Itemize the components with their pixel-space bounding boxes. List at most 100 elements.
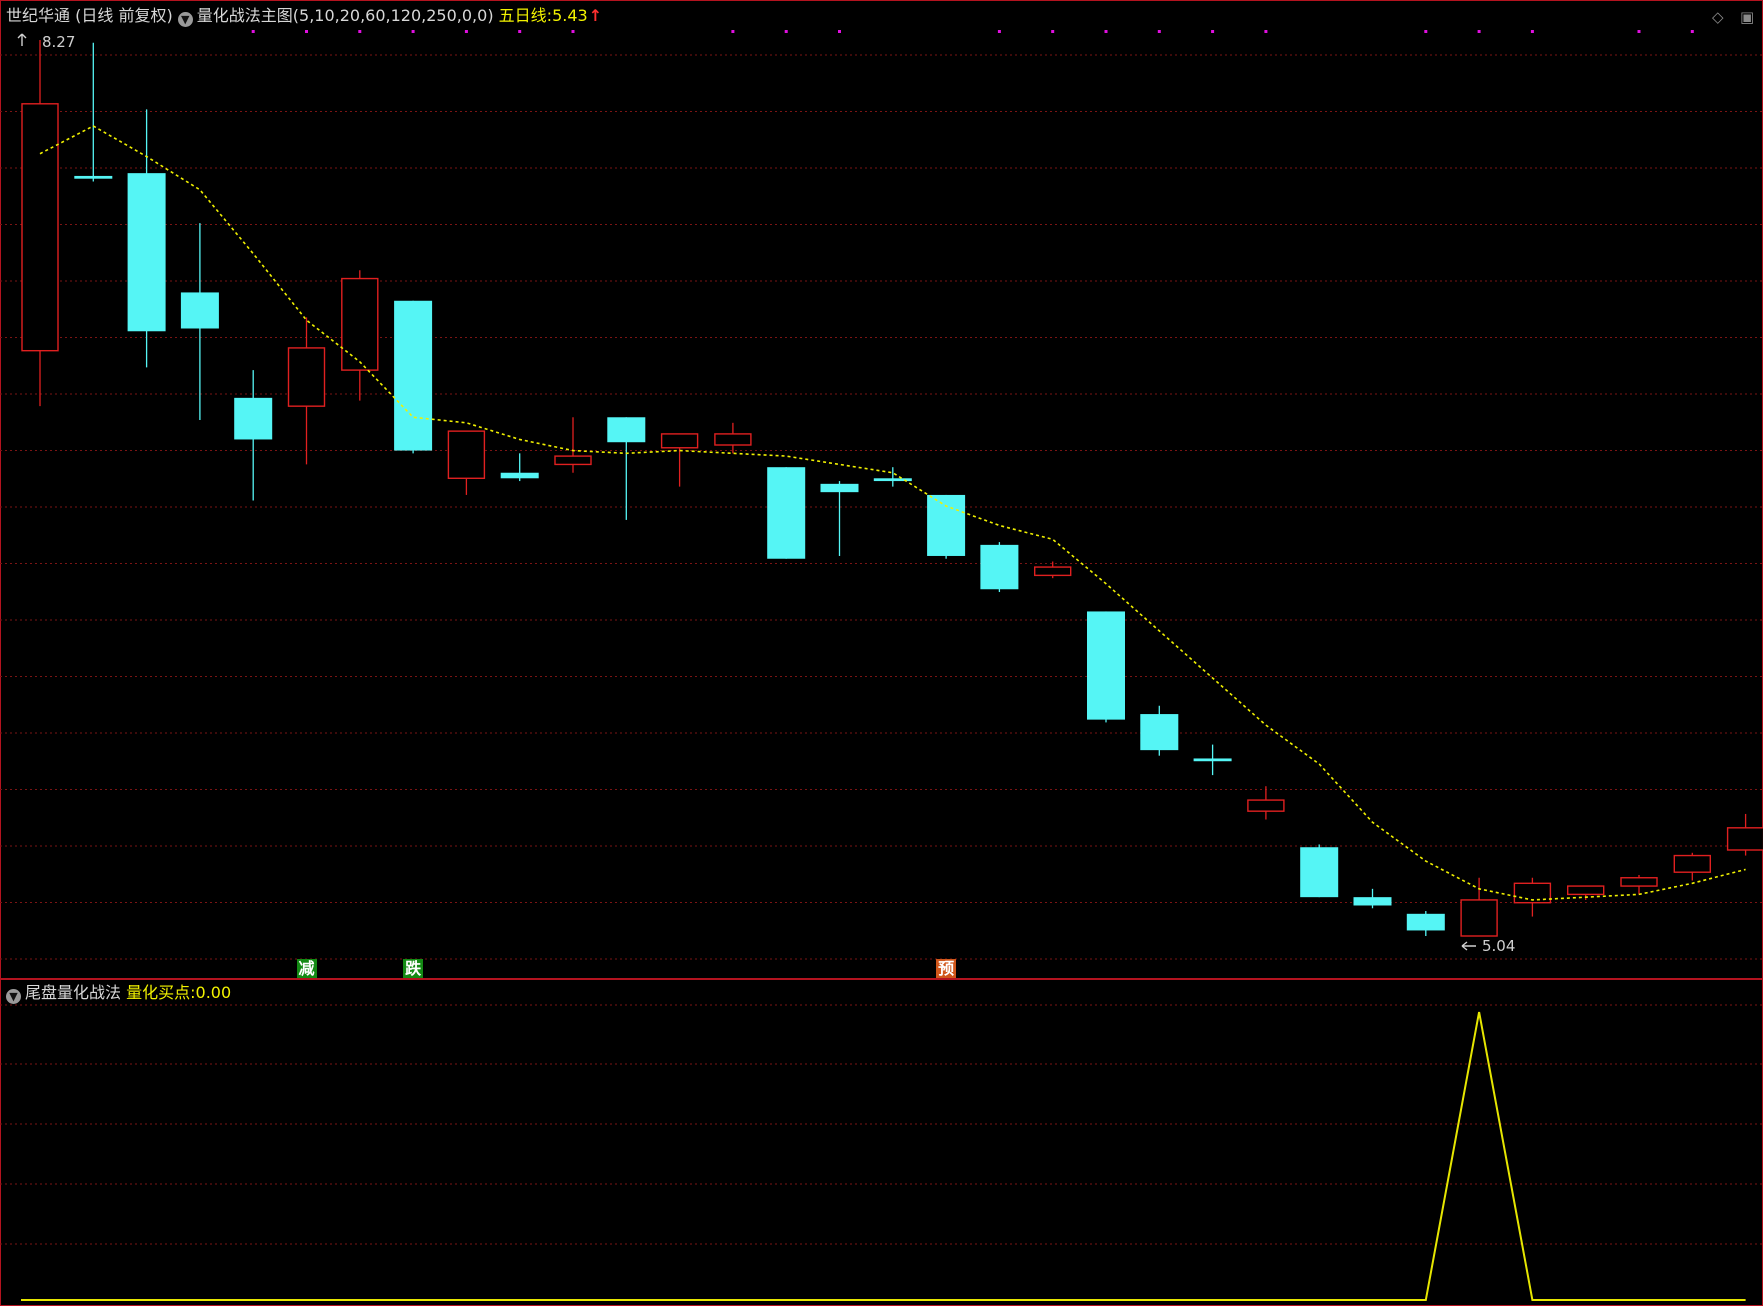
candle [394,300,433,454]
signal-dot [784,30,788,33]
candle-body [1673,854,1712,873]
candle [1087,611,1125,723]
up-arrow-icon: ↑ [588,6,603,25]
candle-body [1353,897,1392,906]
price-grid [0,54,1763,960]
candle [21,40,59,407]
candle-body [1247,799,1285,812]
ma-value: 5.43 [552,6,588,25]
candle-body [980,544,1019,590]
window-icon[interactable]: ▣ [1740,8,1754,26]
candle [1033,561,1072,579]
signal-dots [251,30,1694,33]
subpanel-grid [0,1004,1763,1245]
diamond-icon[interactable]: ◇ [1712,8,1724,26]
ma-label: 五日线: [498,6,553,25]
high-price-label: 8.27 [42,33,76,51]
signal-dot [1637,30,1641,33]
candle-body [1087,611,1125,720]
candle-body [1726,827,1763,851]
candle [500,453,539,482]
main-header: 世纪华通 (日线 前复权) ▼ 量化战法主图(5,10,20,60,120,250… [6,6,602,27]
signal-dot [1157,30,1161,33]
signal-label: 跌 [403,959,424,978]
signal-dot [838,30,841,33]
candle-body [607,417,646,443]
candle [1673,852,1712,881]
candle [607,417,646,520]
chevron-down-circle-icon[interactable]: ▼ [177,12,193,27]
signal-label: 减 [296,959,317,978]
candle-body [1406,913,1445,931]
signal-dot [571,30,575,33]
subpanel-value: 0.00 [195,983,232,1002]
candle [820,481,859,556]
candle [1300,844,1339,898]
signal-dot [1211,30,1215,33]
signal-dot [731,30,735,33]
candle-body [447,430,486,479]
signal-dot [1051,30,1055,33]
candle-body [1460,899,1498,937]
candle [341,270,379,401]
candle-body [127,173,166,332]
quant-buy-line [21,1011,1746,1301]
candle-body [767,467,806,559]
signal-dot [1264,30,1268,33]
candle [1726,813,1763,856]
subpanel-name[interactable]: 尾盘量化战法 [25,983,121,1002]
subpanel-header: ▼ 尾盘量化战法 量化买点:0.00 [6,983,231,1004]
signal-dot [358,30,362,33]
candle [1193,744,1232,776]
signal-dot [1690,30,1694,33]
candle [1460,877,1498,937]
low-arrow-icon [1461,941,1476,951]
candle [287,317,326,465]
candle [1406,911,1445,936]
candle-body [394,300,433,451]
candle-body [714,433,752,446]
indicator-name[interactable]: 量化战法主图(5,10,20,60,120,250,0,0) [197,6,494,25]
candle-body [1193,758,1232,762]
candle [74,42,113,182]
candle-body [927,494,966,556]
stock-name[interactable]: 世纪华通 [6,6,70,25]
period-label[interactable]: (日线 前复权) [75,6,173,25]
main-chart[interactable] [0,0,1763,1306]
candle [980,542,1019,593]
candle-body [21,103,59,352]
signal-dot [411,30,415,33]
candle-body [500,472,539,479]
candle [127,109,166,368]
signal-dot [464,30,468,33]
candle [234,370,273,501]
signal-dot [518,30,522,33]
low-price-label: 5.04 [1482,937,1516,955]
candle [714,422,752,454]
ma5-line [39,125,1746,901]
subpanel-label: 量化买点: [126,983,196,1002]
candle-body [660,433,699,449]
candle-body [820,483,859,493]
candle [180,223,219,421]
candle-body [341,277,379,371]
signal-dot [305,30,308,33]
candle-body [1620,877,1658,887]
candle-body [1566,885,1605,896]
candle [1247,786,1285,820]
candle [554,417,592,473]
candle [927,494,966,559]
candle-body [180,292,219,329]
candle [1353,888,1392,909]
candle-body [1300,847,1339,898]
candle [447,430,486,495]
signal-dot [251,30,255,33]
candle-body [234,397,273,440]
signal-label: 预 [936,959,957,978]
candlesticks [21,40,1763,937]
signal-dot [997,30,1001,33]
chevron-down-circle-icon[interactable]: ▼ [6,989,21,1004]
high-arrow-icon [17,33,27,46]
candle-body [1140,714,1179,751]
signal-dot [1424,30,1428,33]
